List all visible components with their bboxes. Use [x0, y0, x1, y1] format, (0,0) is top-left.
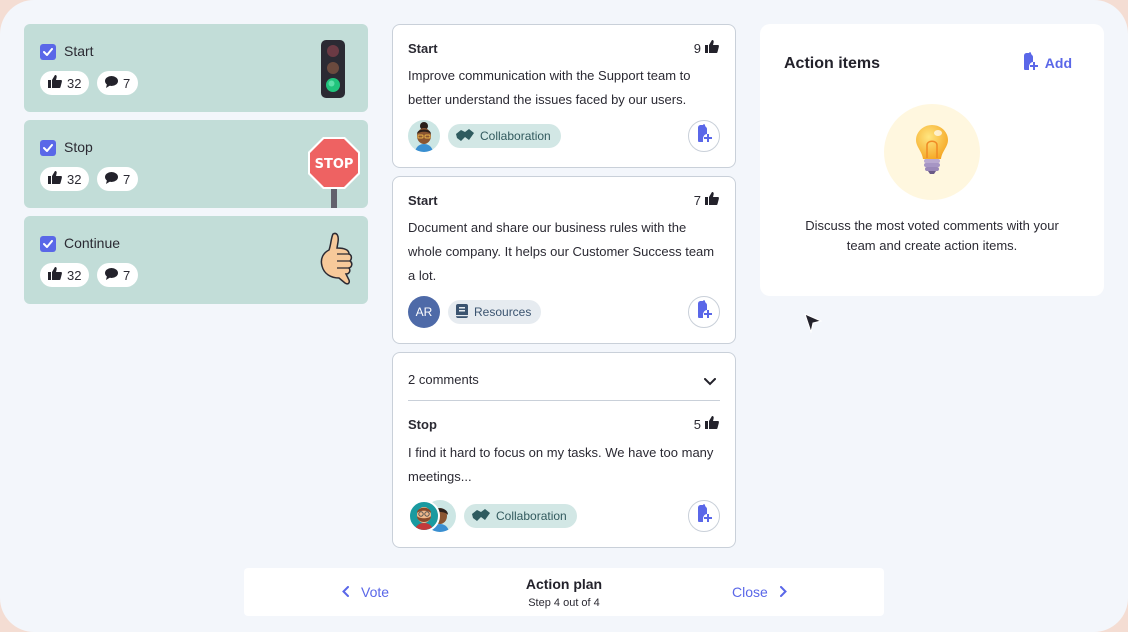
- comment-text: Document and share our business rules wi…: [408, 220, 715, 283]
- add-action-icon: [696, 300, 712, 324]
- comment-category-label: Stop: [408, 417, 437, 432]
- speech-bubble-icon: [105, 267, 118, 283]
- likes-count: 32: [40, 71, 90, 95]
- handshake-icon: [472, 508, 490, 524]
- thumbs-up-icon: [705, 40, 719, 56]
- add-action-icon: [1022, 52, 1038, 74]
- action-items-panel: Action items Add Discuss the most voted …: [760, 24, 1104, 296]
- comments-value: 7: [123, 267, 131, 283]
- next-step-label: Close: [732, 584, 768, 600]
- stop-sign-text: STOP: [315, 157, 354, 172]
- add-label: Add: [1044, 55, 1072, 71]
- category-checkbox[interactable]: [40, 140, 56, 156]
- action-items-title: Action items: [784, 55, 881, 72]
- likes-value: 32: [67, 75, 82, 91]
- speech-bubble-icon: [105, 75, 118, 91]
- page-background: Start 32 7 Stop 32 7 STOP Continue 32 7 …: [0, 0, 1128, 632]
- category-name: Continue: [64, 235, 121, 251]
- book-icon: [456, 303, 468, 321]
- comments-count: 7: [97, 167, 139, 191]
- vote-count: 7: [694, 192, 719, 208]
- stop-sign-icon: STOP: [308, 137, 360, 213]
- tag-label: Collaboration: [496, 509, 567, 523]
- chevron-down-icon[interactable]: [704, 373, 716, 391]
- add-action-icon: [696, 124, 712, 148]
- comment-card[interactable]: Start 7 Document and share our business …: [392, 176, 736, 344]
- tag-label: Collaboration: [480, 129, 551, 143]
- likes-value: 32: [67, 171, 82, 187]
- handshake-icon: [456, 128, 474, 144]
- step-title: Action plan: [525, 576, 603, 592]
- add-action-icon: [696, 504, 712, 528]
- lightbulb-illustration: [884, 104, 980, 200]
- vote-value: 9: [693, 40, 701, 56]
- chevron-right-icon: [779, 584, 787, 600]
- comments-count: 7: [97, 263, 139, 287]
- add-action-item-button[interactable]: Add: [1022, 52, 1072, 74]
- step-navigation-bar: Vote Action plan Step 4 out of 4 Close: [244, 568, 884, 616]
- next-step-button[interactable]: Close: [732, 584, 787, 600]
- comment-category-label: Start: [408, 193, 438, 208]
- traffic-light-icon: [318, 40, 348, 105]
- category-continue[interactable]: Continue 32 7: [24, 216, 368, 304]
- tag-collaboration: Collaboration: [464, 504, 577, 528]
- comments-value: 7: [123, 75, 131, 91]
- thumbs-up-icon: [705, 192, 719, 208]
- initials-avatar: AR: [408, 296, 440, 328]
- category-stop[interactable]: Stop 32 7 STOP: [24, 120, 368, 208]
- thumbs-up-icon: [48, 267, 62, 283]
- likes-count: 32: [40, 167, 90, 191]
- group-header[interactable]: 2 comments: [408, 353, 720, 401]
- thumbs-up-hand-icon: [319, 232, 355, 291]
- lightbulb-icon: [916, 124, 948, 180]
- category-name: Start: [64, 43, 94, 59]
- comment-category-label: Start: [408, 41, 438, 56]
- thumbs-up-icon: [48, 171, 62, 187]
- vote-count: 9: [694, 40, 719, 56]
- bearded-man-avatar: [408, 500, 440, 532]
- tag-label: Resources: [474, 305, 532, 319]
- tag-collaboration: Collaboration: [448, 124, 561, 148]
- thumbs-up-icon: [705, 416, 719, 432]
- mouse-cursor-icon: [804, 313, 823, 338]
- comments-value: 7: [123, 171, 131, 187]
- create-action-item-button[interactable]: [688, 500, 720, 532]
- thumbs-up-icon: [48, 75, 62, 91]
- group-title: 2 comments: [408, 372, 479, 387]
- action-items-description: Discuss the most voted comments with you…: [805, 218, 1059, 253]
- comment-card[interactable]: Start 9 Improve communication with the S…: [392, 24, 736, 168]
- create-action-item-button[interactable]: [688, 296, 720, 328]
- vote-count: 5: [694, 416, 719, 432]
- comment-text: I find it hard to focus on my tasks. We …: [408, 445, 714, 484]
- create-action-item-button[interactable]: [688, 120, 720, 152]
- vote-value: 7: [693, 192, 701, 208]
- category-start[interactable]: Start 32 7: [24, 24, 368, 112]
- comments-count: 7: [97, 71, 139, 95]
- vote-value: 5: [693, 416, 701, 432]
- comment-text: Improve communication with the Support t…: [408, 68, 691, 107]
- step-indicator: Step 4 out of 4: [528, 597, 600, 609]
- category-checkbox[interactable]: [40, 44, 56, 60]
- category-name: Stop: [64, 139, 93, 155]
- comment-group-card[interactable]: 2 comments Stop 5 I find it hard to focu…: [392, 352, 736, 548]
- category-checkbox[interactable]: [40, 236, 56, 252]
- speech-bubble-icon: [105, 171, 118, 187]
- likes-count: 32: [40, 263, 90, 287]
- tag-resources: Resources: [448, 300, 542, 324]
- woman-avatar: [408, 120, 440, 152]
- likes-value: 32: [67, 267, 82, 283]
